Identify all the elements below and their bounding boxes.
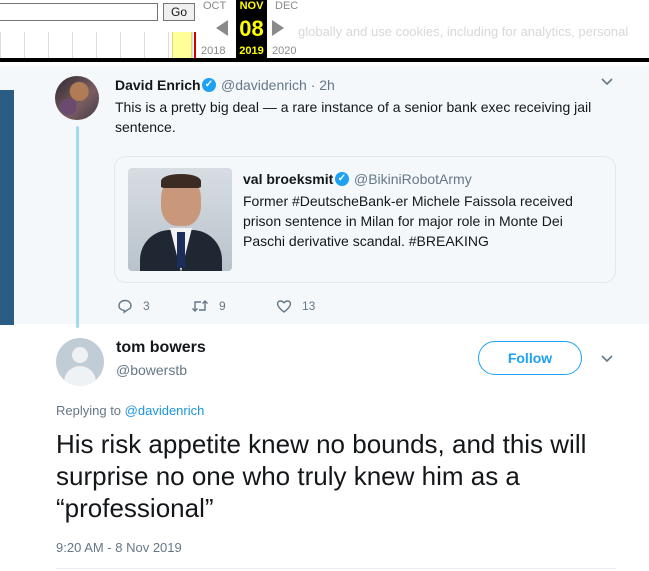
chevron-down-icon[interactable] [600, 74, 614, 88]
reply-count: 3 [143, 298, 150, 313]
retweet-icon[interactable] [191, 298, 209, 314]
retweet-count: 9 [219, 298, 226, 313]
main-author-name[interactable]: tom bowers [116, 339, 206, 357]
wayback-current-day: 08 [239, 16, 264, 41]
main-tweet-text: His risk appetite knew no bounds, and th… [56, 429, 587, 523]
replying-to-line: Replying to @davidenrich [56, 403, 204, 418]
photo-tie-shape [177, 232, 185, 268]
wayback-prev-year[interactable]: 2018 [201, 45, 225, 57]
tweet-author-handle[interactable]: @davidenrich · 2h [221, 77, 335, 93]
tweet-author-name[interactable]: David Enrich [115, 77, 201, 93]
wayback-next-year[interactable]: 2020 [272, 45, 296, 57]
divider [56, 568, 616, 569]
reply-action[interactable]: 3 [117, 297, 150, 314]
wayback-go-button[interactable]: Go [163, 3, 195, 21]
wayback-url-input[interactable] [0, 3, 158, 21]
page-side-accent [0, 90, 14, 325]
wayback-sparkline-highlight [172, 32, 192, 58]
main-author-handle[interactable]: @bowerstb [116, 362, 187, 378]
tweet-author-handle-text[interactable]: @davidenrich [221, 77, 307, 93]
wayback-current-year: 2019 [239, 45, 264, 57]
quoted-tweet-text: Former #DeutscheBank-er Michele Faissola… [243, 193, 573, 249]
wayback-capture-marker [194, 32, 196, 58]
reply-icon[interactable] [117, 298, 133, 314]
replying-to-handle-link[interactable]: @davidenrich [125, 403, 205, 418]
retweet-action[interactable]: 9 [191, 297, 226, 313]
tweet-age[interactable]: · 2h [311, 77, 335, 93]
wayback-sparkline[interactable] [0, 32, 198, 58]
default-avatar-head [72, 347, 88, 363]
tweet-timestamp[interactable]: 9:20 AM - 8 Nov 2019 [56, 540, 182, 555]
chevron-down-icon[interactable] [599, 350, 615, 366]
wayback-toolbar: Go OCT DEC 2018 2020 NOV 08 2019 globall… [0, 0, 649, 62]
wayback-next-month[interactable]: DEC [275, 0, 298, 12]
follow-button[interactable]: Follow [478, 341, 582, 375]
replying-to-prefix: Replying to [56, 403, 122, 418]
wayback-next-arrow-icon[interactable] [272, 20, 284, 36]
like-action[interactable]: 13 [276, 297, 315, 313]
quoted-author-handle[interactable]: @BikiniRobotArmy [354, 171, 472, 187]
like-count: 13 [302, 298, 316, 313]
verified-badge-icon: ✓ [335, 172, 349, 186]
wayback-prev-arrow-icon[interactable] [216, 20, 228, 36]
thread-connector [76, 126, 79, 328]
wayback-current-month: NOV [239, 0, 264, 12]
wayback-prev-month[interactable]: OCT [203, 0, 226, 12]
verified-badge-icon: ✓ [202, 78, 216, 92]
default-avatar-body [64, 366, 96, 386]
tweet-text: This is a pretty big deal — a rare insta… [115, 99, 592, 135]
cookie-notice-text: globally and use cookies, including for … [298, 24, 629, 39]
quoted-author-name[interactable]: val broeksmit [243, 171, 333, 187]
photo-hair-shape [161, 174, 201, 188]
quoted-tweet-photo[interactable] [128, 168, 232, 271]
avatar-tom-bowers[interactable] [56, 338, 104, 386]
heart-icon[interactable] [276, 298, 292, 314]
avatar-david-enrich[interactable] [55, 76, 99, 120]
